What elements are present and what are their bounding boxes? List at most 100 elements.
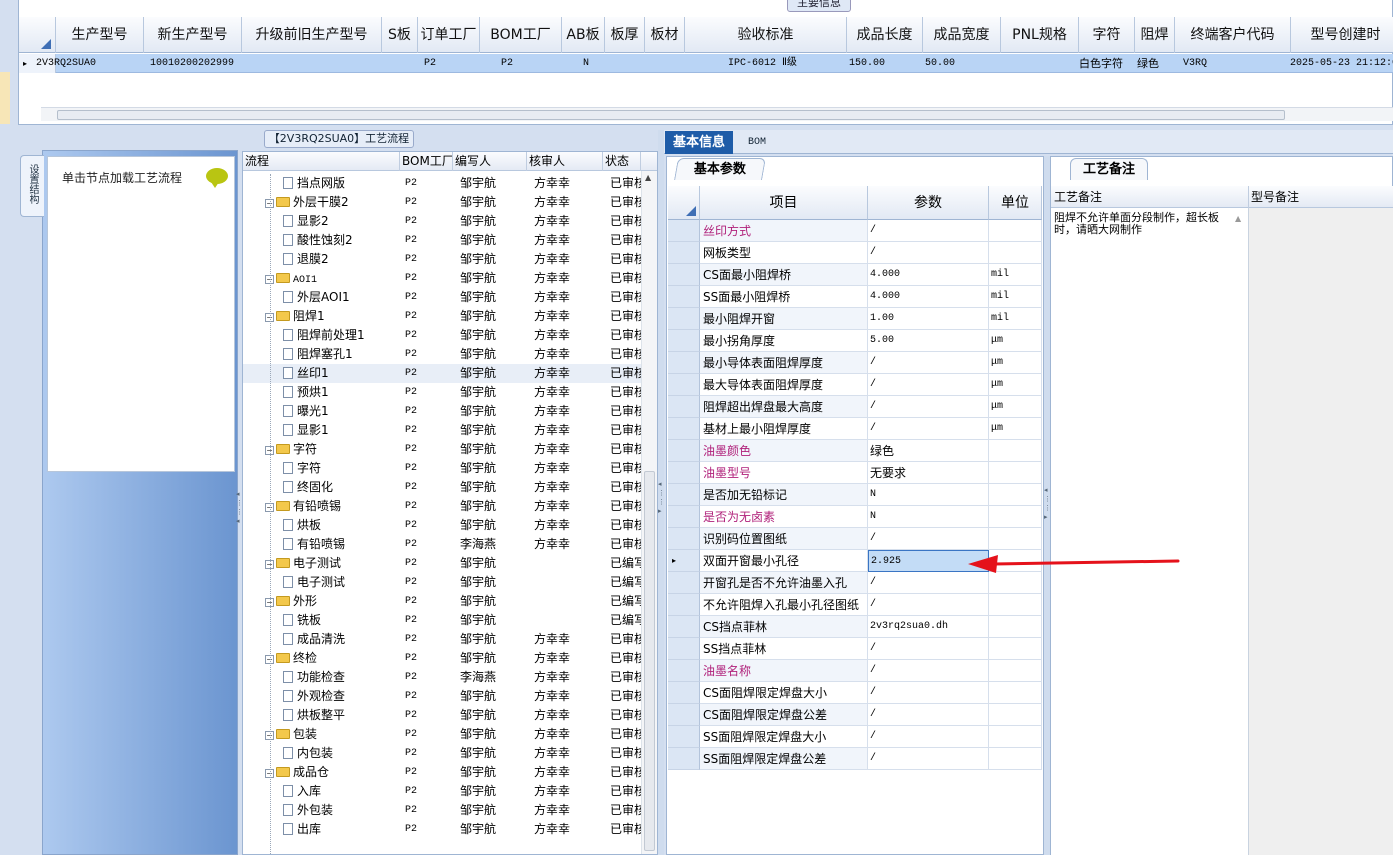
process-row[interactable]: 出库 P2 邹宇航 方幸幸 已审核 (243, 820, 641, 839)
param-value[interactable]: / (868, 704, 989, 726)
process-row[interactable]: 阻焊前处理1 P2 邹宇航 方幸幸 已审核 (243, 326, 641, 345)
process-row[interactable]: − 电子测试 P2 邹宇航 已编写 (243, 554, 641, 573)
process-row[interactable]: 烘板整平 P2 邹宇航 方幸幸 已审核 (243, 706, 641, 725)
process-row[interactable]: − 包装 P2 邹宇航 方幸幸 已审核 (243, 725, 641, 744)
process-node[interactable]: − 阻焊1 (265, 307, 400, 326)
param-value[interactable]: 2v3rq2sua0.dh (868, 616, 989, 638)
cell-16[interactable]: 2025-05-23 21:12:03 (1290, 54, 1393, 73)
param-row[interactable]: SS面阻焊限定焊盘大小 / (668, 726, 1042, 748)
row-indicator[interactable] (668, 572, 700, 594)
process-node[interactable]: 烘板 (283, 516, 400, 535)
process-row[interactable]: 丝印1 P2 邹宇航 方幸幸 已审核 (243, 364, 641, 383)
process-node[interactable]: − 外层干膜2 (265, 193, 400, 212)
process-row[interactable]: − 终检 P2 邹宇航 方幸幸 已审核 (243, 649, 641, 668)
process-node[interactable]: 功能检查 (283, 668, 400, 687)
process-row[interactable]: 有铅喷锡 P2 李海燕 方幸幸 已审核 (243, 535, 641, 554)
param-row[interactable]: 丝印方式 / (668, 220, 1042, 242)
process-node[interactable]: 入库 (283, 782, 400, 801)
process-node[interactable]: − AOI1 (265, 269, 400, 288)
scroll-up-icon[interactable]: ▲ (645, 173, 651, 182)
param-value[interactable]: / (868, 682, 989, 704)
process-node[interactable]: 外层AOI1 (283, 288, 400, 307)
param-row[interactable]: 网板类型 / (668, 242, 1042, 264)
header-col-9[interactable]: 验收标准 (685, 17, 847, 53)
process-row[interactable]: 曝光1 P2 邹宇航 方幸幸 已审核 (243, 402, 641, 421)
process-row[interactable]: 显影2 P2 邹宇航 方幸幸 已审核 (243, 212, 641, 231)
process-vertical-scrollbar[interactable]: ▲ (641, 171, 657, 854)
header-col-8[interactable]: 板材 (645, 17, 685, 53)
row-indicator[interactable] (668, 220, 700, 242)
row-indicator[interactable] (668, 286, 700, 308)
cell-0[interactable]: 2V3RQ2SUA0 (36, 54, 146, 73)
process-node[interactable]: 出库 (283, 820, 400, 839)
notes-scroll-up-icon[interactable]: ▲ (1235, 214, 1241, 223)
row-indicator[interactable] (668, 594, 700, 616)
process-row[interactable]: − 成品仓 P2 邹宇航 方幸幸 已审核 (243, 763, 641, 782)
header-col-7[interactable]: 板厚 (605, 17, 645, 53)
process-row[interactable]: 阻焊塞孔1 P2 邹宇航 方幸幸 已审核 (243, 345, 641, 364)
process-node[interactable]: 显影2 (283, 212, 400, 231)
process-row[interactable]: 外层AOI1 P2 邹宇航 方幸幸 已审核 (243, 288, 641, 307)
row-indicator[interactable] (668, 528, 700, 550)
process-node[interactable]: 外包装 (283, 801, 400, 820)
row-indicator[interactable] (668, 242, 700, 264)
header-col-4[interactable]: 订单工厂 (418, 17, 480, 53)
process-row[interactable]: 终固化 P2 邹宇航 方幸幸 已审核 (243, 478, 641, 497)
header-col-15[interactable]: 终端客户代码 (1175, 17, 1291, 53)
row-indicator[interactable] (668, 396, 700, 418)
param-row[interactable]: 开窗孔是否不允许油墨入孔 / (668, 572, 1042, 594)
process-node[interactable]: 丝印1 (283, 364, 400, 383)
header-col-0[interactable]: 生产型号 (56, 17, 144, 53)
param-row[interactable]: 最大导体表面阻焊厚度 / μm (668, 374, 1042, 396)
horizontal-scrollbar[interactable] (41, 107, 1393, 121)
process-row[interactable]: − 外形 P2 邹宇航 已编写 (243, 592, 641, 611)
param-value[interactable]: / (868, 638, 989, 660)
process-node[interactable]: 曝光1 (283, 402, 400, 421)
process-node[interactable]: 内包装 (283, 744, 400, 763)
process-row[interactable]: 功能检查 P2 李海燕 方幸幸 已审核 (243, 668, 641, 687)
process-row[interactable]: 退膜2 P2 邹宇航 方幸幸 已审核 (243, 250, 641, 269)
param-row[interactable]: CS面阻焊限定焊盘公差 / (668, 704, 1042, 726)
header-col-16[interactable]: 型号创建时 (1291, 17, 1393, 53)
scroll-thumb[interactable] (644, 471, 655, 851)
process-node[interactable]: − 终检 (265, 649, 400, 668)
header-col-6[interactable]: AB板 (562, 17, 605, 53)
header-value[interactable]: 参数 (868, 186, 989, 220)
main-info-row[interactable]: ▸ 2V3RQ2SUA0 10010200202999 P2 P2 N IPC-6012 Ⅱ… (19, 54, 1393, 73)
process-node[interactable]: 阻焊塞孔1 (283, 345, 400, 364)
header-col-10[interactable]: 成品长度 (847, 17, 923, 53)
param-row[interactable]: 是否为无卤素 N (668, 506, 1042, 528)
param-row[interactable]: 阻焊超出焊盘最大高度 / μm (668, 396, 1042, 418)
param-row[interactable]: CS挡点菲林 2v3rq2sua0.dh (668, 616, 1042, 638)
param-value[interactable]: / (868, 726, 989, 748)
row-indicator[interactable] (668, 418, 700, 440)
row-indicator[interactable] (668, 484, 700, 506)
param-value[interactable]: / (868, 352, 989, 374)
param-value[interactable]: / (868, 374, 989, 396)
process-node[interactable]: 外观检查 (283, 687, 400, 706)
param-row[interactable]: SS挡点菲林 / (668, 638, 1042, 660)
process-node[interactable]: 电子测试 (283, 573, 400, 592)
param-value[interactable]: N (868, 484, 989, 506)
header-col-2[interactable]: 升级前旧生产型号 (242, 17, 382, 53)
param-row[interactable]: 基材上最小阻焊厚度 / μm (668, 418, 1042, 440)
process-row[interactable]: 酸性蚀刻2 P2 邹宇航 方幸幸 已审核 (243, 231, 641, 250)
header-model-notes[interactable]: 型号备注 (1251, 186, 1299, 208)
structure-tab[interactable]: 设置结构 (20, 155, 44, 217)
process-node[interactable]: 终固化 (283, 478, 400, 497)
param-value[interactable]: / (868, 220, 989, 242)
process-node[interactable]: − 电子测试 (265, 554, 400, 573)
param-row[interactable]: SS面阻焊限定焊盘公差 / (668, 748, 1042, 770)
tab-bom[interactable]: BOM (737, 131, 777, 154)
param-value[interactable]: / (868, 660, 989, 682)
process-row[interactable]: 烘板 P2 邹宇航 方幸幸 已审核 (243, 516, 641, 535)
cell-4[interactable]: P2 (424, 54, 508, 73)
row-indicator[interactable] (668, 638, 700, 660)
param-value[interactable]: / (868, 242, 989, 264)
param-row[interactable]: 最小拐角厚度 5.00 μm (668, 330, 1042, 352)
process-row[interactable]: 铣板 P2 邹宇航 已编写 (243, 611, 641, 630)
model-notes-cell[interactable] (1249, 208, 1393, 855)
row-indicator[interactable] (668, 308, 700, 330)
row-indicator[interactable] (668, 374, 700, 396)
splitter-grip-icon[interactable]: ◂ ⋮ ⋮ ▸ (658, 480, 665, 516)
